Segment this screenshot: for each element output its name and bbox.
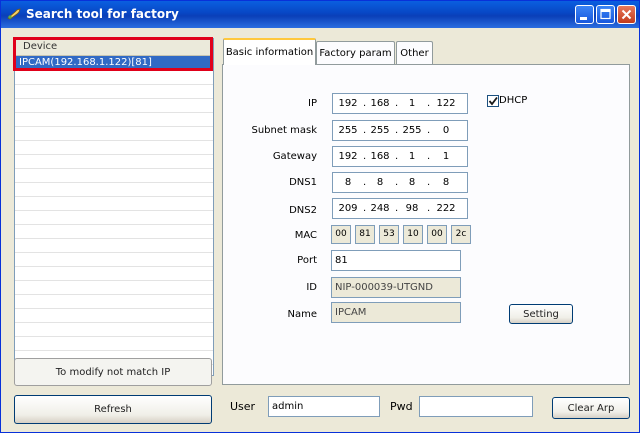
empty-row	[15, 295, 213, 309]
user-input[interactable]: admin	[268, 396, 380, 417]
dns1-octet-2: 8	[376, 177, 384, 188]
dns1-octet-1: 8	[344, 177, 352, 188]
id-field: NIP-000039-UTGND	[331, 277, 461, 298]
pwd-label: Pwd	[390, 400, 413, 413]
clear-arp-button[interactable]: Clear Arp	[552, 397, 630, 419]
empty-row	[15, 239, 213, 253]
tab-basic-information[interactable]: Basic information	[223, 38, 316, 65]
close-icon	[621, 9, 632, 20]
empty-row	[15, 323, 213, 337]
empty-row	[15, 211, 213, 225]
name-label: Name	[287, 309, 317, 320]
pwd-input[interactable]	[419, 396, 533, 417]
name-field[interactable]: IPCAM	[331, 302, 461, 323]
empty-row	[15, 183, 213, 197]
subnet-octet-3: 255	[402, 125, 422, 136]
checkmark-icon	[488, 96, 498, 106]
modify-ip-button[interactable]: To modify not match IP	[14, 358, 212, 386]
tab-factory-param[interactable]: Factory param	[316, 41, 395, 64]
dns1-label: DNS1	[289, 177, 317, 188]
maximize-icon	[600, 8, 611, 20]
mac-label: MAC	[294, 230, 317, 241]
empty-row	[15, 253, 213, 267]
window-title: Search tool for factory	[26, 7, 179, 21]
subnet-octet-4: 0	[442, 125, 450, 136]
port-field[interactable]: 81	[331, 250, 461, 271]
ip-label: IP	[308, 98, 317, 109]
tab-other[interactable]: Other	[396, 41, 433, 64]
device-list-item[interactable]: IPCAM(192.168.1.122)[81]	[15, 56, 213, 70]
subnet-mask-label: Subnet mask	[251, 125, 318, 136]
gateway-octet-2: 168	[370, 151, 390, 162]
refresh-button[interactable]: Refresh	[14, 395, 212, 424]
ip-octet-2: 168	[370, 98, 390, 109]
dns2-octet-4: 222	[436, 203, 456, 214]
empty-row	[15, 127, 213, 141]
gateway-octet-1: 192	[338, 151, 358, 162]
app-window: Search tool for factory Device IPCAM(192…	[0, 0, 640, 433]
empty-row	[15, 141, 213, 155]
gateway-octet-3: 1	[408, 151, 416, 162]
gateway-field[interactable]: 192. 168. 1. 1	[332, 146, 468, 167]
ip-octet-3: 1	[408, 98, 416, 109]
close-button[interactable]	[617, 5, 636, 24]
empty-row	[15, 267, 213, 281]
title-bar[interactable]: Search tool for factory	[1, 1, 639, 28]
empty-row	[15, 99, 213, 113]
wrench-icon	[7, 8, 21, 20]
mac-byte-1: 00	[331, 225, 351, 244]
empty-row	[15, 155, 213, 169]
ip-octet-1: 192	[338, 98, 358, 109]
dhcp-checkbox[interactable]	[487, 95, 499, 107]
dns2-octet-2: 248	[370, 203, 390, 214]
port-label: Port	[297, 255, 317, 266]
device-list-header[interactable]: Device	[15, 39, 213, 56]
basic-information-panel: IP 192. 168. 1. 122 DHCP Subnet mask 255…	[222, 64, 630, 385]
dns2-label: DNS2	[289, 205, 317, 216]
dns1-octet-3: 8	[408, 177, 416, 188]
minimize-button[interactable]	[575, 5, 594, 24]
device-item-label: IPCAM(192.168.1.122)[81]	[19, 57, 152, 68]
mac-byte-2: 81	[355, 225, 375, 244]
dns2-field[interactable]: 209. 248. 98. 222	[332, 198, 468, 219]
empty-row	[15, 197, 213, 211]
dns2-octet-1: 209	[338, 203, 358, 214]
empty-row	[15, 281, 213, 295]
empty-row	[15, 225, 213, 239]
dns1-octet-4: 8	[442, 177, 450, 188]
device-column-label: Device	[23, 41, 58, 52]
ip-address-field[interactable]: 192. 168. 1. 122	[332, 93, 468, 114]
minimize-icon	[580, 17, 587, 20]
subnet-octet-2: 255	[370, 125, 390, 136]
mac-byte-5: 00	[427, 225, 447, 244]
gateway-octet-4: 1	[442, 151, 450, 162]
user-label: User	[230, 400, 256, 413]
maximize-button[interactable]	[596, 5, 615, 24]
setting-button[interactable]: Setting	[509, 304, 573, 324]
empty-row	[15, 337, 213, 351]
empty-row	[15, 309, 213, 323]
window-body: Device IPCAM(192.168.1.122)[81] To modif…	[4, 28, 636, 431]
gateway-label: Gateway	[272, 151, 317, 162]
id-label: ID	[306, 282, 317, 293]
mac-byte-6: 2c	[451, 225, 471, 244]
subnet-mask-field[interactable]: 255. 255. 255. 0	[332, 120, 468, 141]
dns2-octet-3: 98	[405, 203, 419, 214]
empty-row	[15, 71, 213, 85]
dhcp-label: DHCP	[499, 95, 528, 106]
mac-byte-3: 53	[379, 225, 399, 244]
ip-octet-4: 122	[436, 98, 456, 109]
empty-row	[15, 85, 213, 99]
subnet-octet-1: 255	[338, 125, 358, 136]
device-list[interactable]: Device IPCAM(192.168.1.122)[81]	[14, 38, 214, 376]
empty-row	[15, 113, 213, 127]
mac-byte-4: 10	[403, 225, 423, 244]
dns1-field[interactable]: 8. 8. 8. 8	[332, 172, 468, 193]
empty-row	[15, 169, 213, 183]
